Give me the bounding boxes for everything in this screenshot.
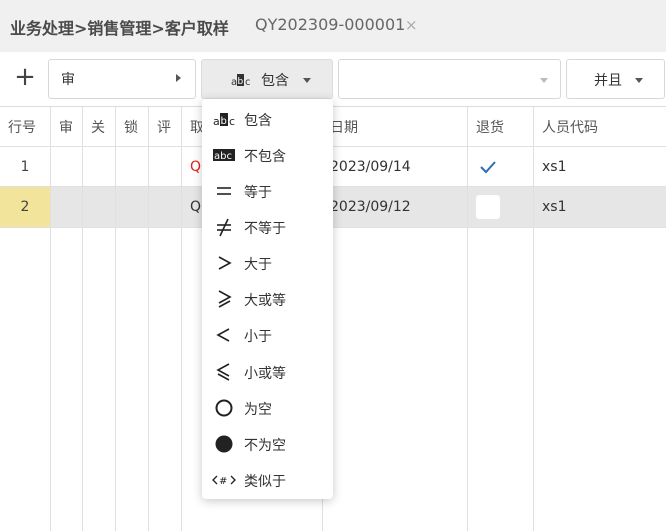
svg-text:c: c — [245, 77, 251, 86]
tab-document[interactable]: QY202309-000001 — [255, 15, 405, 34]
menu-item-greater-than[interactable]: 大于 — [202, 245, 333, 281]
date-cell: 2023/09/12 — [330, 199, 411, 215]
staff-code-cell: xs1 — [542, 159, 567, 175]
column-header-staff-code[interactable]: 人员代码 — [542, 117, 598, 137]
menu-item-not-equals[interactable]: 不等于 — [202, 209, 333, 245]
chevron-down-icon — [635, 78, 643, 83]
menu-item-equals[interactable]: 等于 — [202, 173, 333, 209]
menu-item-like[interactable]: # 类似于 — [202, 462, 333, 498]
svg-text:a: a — [213, 115, 220, 128]
column-header-audit[interactable]: 审 — [59, 117, 73, 137]
menu-item-label: 等于 — [244, 185, 272, 201]
menu-item-label: 不等于 — [244, 221, 286, 237]
logic-select-value: 并且 — [594, 73, 622, 89]
row-divider — [0, 227, 666, 228]
equals-icon — [212, 181, 236, 201]
column-header-date[interactable]: 日期 — [330, 117, 358, 137]
menu-item-less-than[interactable]: 小于 — [202, 317, 333, 353]
not-equals-icon — [212, 217, 236, 237]
abc-contains-icon: a b c — [231, 74, 251, 90]
close-icon[interactable]: × — [405, 16, 418, 34]
menu-item-not-contains[interactable]: abc 不包含 — [202, 137, 333, 173]
row-number-current: 2 — [0, 187, 50, 227]
menu-item-greater-or-equal[interactable]: 大或等 — [202, 281, 333, 317]
menu-item-label: 不为空 — [244, 438, 286, 454]
column-header-close[interactable]: 关 — [91, 117, 105, 137]
svg-text:b: b — [221, 116, 227, 127]
like-pattern-icon: # — [212, 470, 236, 490]
add-filter-button[interactable]: + — [12, 64, 38, 92]
data-grid: 行号 审 关 锁 评 取 日期 退货 人员代码 1 Q 2023/09/14 x… — [0, 106, 666, 531]
caret-right-icon — [176, 74, 181, 82]
svg-text:#: # — [219, 476, 227, 487]
title-bar: 业务处理>销售管理>客户取样 QY202309-000001 × — [0, 0, 666, 52]
column-header-row-no[interactable]: 行号 — [8, 117, 36, 137]
field-select[interactable]: 审 — [48, 59, 196, 99]
menu-item-label: 为空 — [244, 402, 272, 418]
menu-item-label: 不包含 — [244, 149, 286, 165]
checkmark-icon — [480, 161, 496, 174]
date-cell: 2023/09/14 — [330, 159, 411, 175]
abc-contains-icon: a b c — [212, 109, 236, 129]
svg-text:c: c — [229, 115, 235, 128]
menu-item-label: 类似于 — [244, 474, 286, 490]
column-header-review[interactable]: 评 — [157, 117, 171, 137]
sample-code-cell: Q — [190, 159, 202, 175]
returned-checkbox[interactable] — [476, 195, 500, 219]
menu-item-less-or-equal[interactable]: 小或等 — [202, 354, 333, 390]
greater-than-icon — [212, 253, 236, 273]
svg-text:abc: abc — [214, 151, 232, 162]
table-row[interactable]: 2 Q 2023/09/12 xs1 — [0, 187, 666, 227]
staff-code-cell: xs1 — [542, 199, 567, 215]
greater-or-equal-icon — [212, 289, 236, 309]
logic-select[interactable]: 并且 — [566, 59, 665, 99]
sample-code-cell: Q — [190, 199, 202, 215]
menu-item-label: 包含 — [244, 113, 272, 129]
operator-select[interactable]: a b c 包含 — [201, 59, 333, 99]
menu-item-contains[interactable]: a b c 包含 — [202, 101, 333, 137]
value-select[interactable] — [338, 59, 561, 99]
menu-item-label: 小于 — [244, 329, 272, 345]
operator-dropdown-menu: a b c 包含 abc 不包含 等于 不等于 大于 大或等 小于 小或等 为空… — [202, 99, 333, 499]
row-number: 1 — [20, 159, 30, 175]
menu-item-label: 大于 — [244, 257, 272, 273]
menu-item-label: 小或等 — [244, 366, 286, 382]
column-header-returned[interactable]: 退货 — [476, 117, 504, 137]
returned-checkbox[interactable] — [476, 155, 500, 179]
chevron-down-icon — [540, 78, 548, 83]
menu-item-not-empty[interactable]: 不为空 — [202, 426, 333, 462]
svg-text:b: b — [238, 77, 244, 86]
less-than-icon — [212, 325, 236, 345]
table-row[interactable]: 1 Q 2023/09/14 xs1 — [0, 147, 666, 187]
svg-text:a: a — [231, 77, 237, 86]
menu-item-label: 大或等 — [244, 293, 286, 309]
operator-select-value: 包含 — [261, 73, 289, 89]
filled-circle-icon — [212, 434, 236, 454]
menu-item-is-empty[interactable]: 为空 — [202, 390, 333, 426]
empty-circle-icon — [212, 398, 236, 418]
abc-not-contains-icon: abc — [212, 145, 236, 165]
field-select-value: 审 — [61, 72, 75, 88]
chevron-down-icon — [303, 78, 311, 83]
column-header-lock[interactable]: 锁 — [124, 117, 138, 137]
less-or-equal-icon — [212, 362, 236, 382]
breadcrumb: 业务处理>销售管理>客户取样 — [10, 19, 229, 38]
